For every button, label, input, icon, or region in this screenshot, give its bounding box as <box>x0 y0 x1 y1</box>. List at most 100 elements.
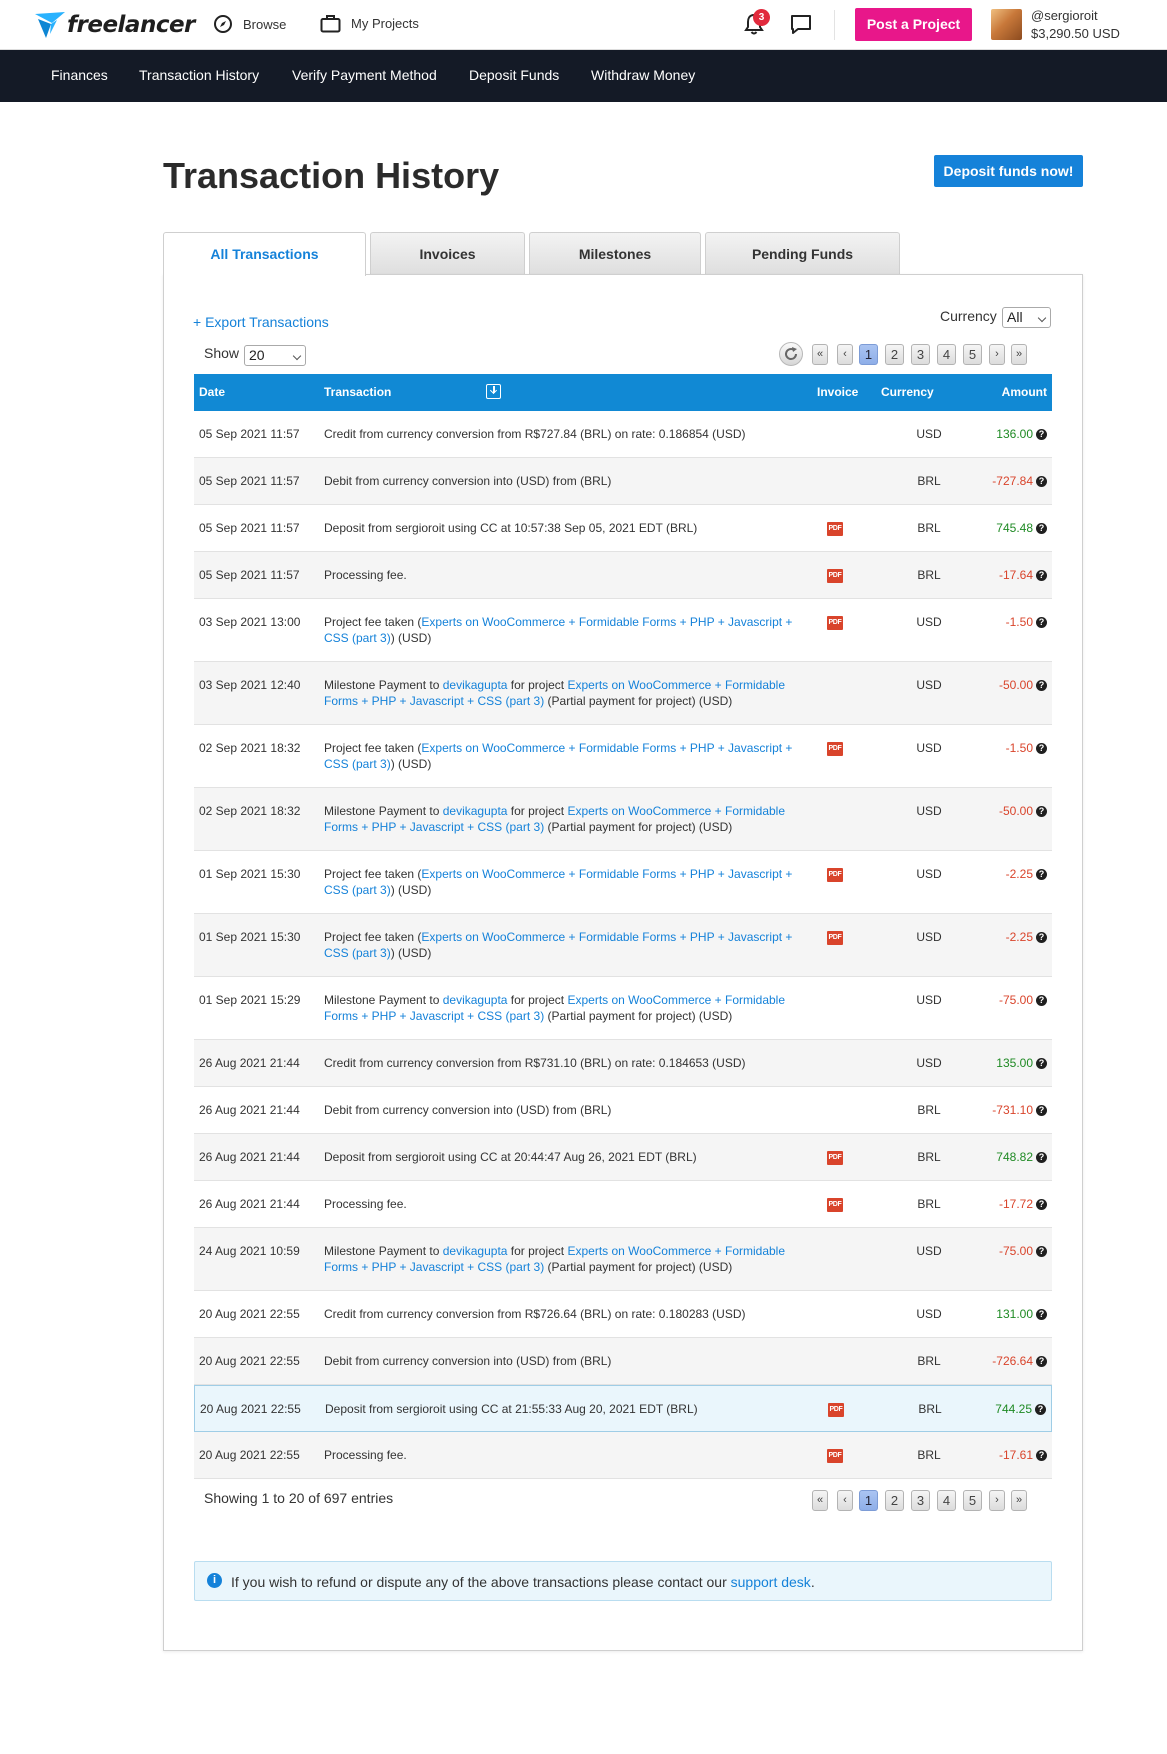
pager-prev-button[interactable]: ‹ <box>837 1490 853 1511</box>
table-row[interactable]: 03 Sep 2021 12:40 Milestone Payment to de… <box>194 662 1052 725</box>
pager-page-3[interactable]: 3 <box>911 1490 930 1511</box>
refresh-button[interactable] <box>779 342 803 366</box>
pager-page-3[interactable]: 3 <box>911 344 930 365</box>
table-row[interactable]: 05 Sep 2021 11:57 Credit from currency co… <box>194 411 1052 458</box>
table-row[interactable]: 20 Aug 2021 22:55 Credit from currency co… <box>194 1291 1052 1338</box>
table-row[interactable]: 26 Aug 2021 21:44 Deposit from sergioroit… <box>194 1134 1052 1181</box>
pager-page-2[interactable]: 2 <box>885 1490 904 1511</box>
help-icon[interactable]: ? <box>1036 1104 1047 1116</box>
pdf-invoice-icon[interactable]: PDF <box>827 522 843 536</box>
user-avatar[interactable] <box>991 9 1022 40</box>
table-row[interactable]: 01 Sep 2021 15:30 Project fee taken (Expe… <box>194 914 1052 977</box>
pdf-invoice-icon[interactable]: PDF <box>827 1151 843 1165</box>
help-icon[interactable]: ? <box>1036 428 1047 440</box>
tab-invoices[interactable]: Invoices <box>370 232 525 275</box>
page-size-select[interactable]: 20 <box>244 345 306 366</box>
deposit-funds-now-button[interactable]: Deposit funds now! <box>934 155 1083 187</box>
help-icon[interactable]: ? <box>1036 1308 1047 1320</box>
my-projects-link[interactable]: My Projects <box>320 14 419 33</box>
help-icon[interactable]: ? <box>1036 522 1047 534</box>
pager-first-button[interactable]: « <box>812 1490 828 1511</box>
pager-page-1[interactable]: 1 <box>859 344 878 365</box>
help-icon[interactable]: ? <box>1036 805 1047 817</box>
table-row[interactable]: 24 Aug 2021 10:59 Milestone Payment to de… <box>194 1228 1052 1291</box>
tab-milestones[interactable]: Milestones <box>529 232 701 275</box>
table-row[interactable]: 05 Sep 2021 11:57 Deposit from sergioroit… <box>194 505 1052 552</box>
help-icon[interactable]: ? <box>1036 1057 1047 1069</box>
pager-page-1[interactable]: 1 <box>859 1490 878 1511</box>
subnav-finances[interactable]: Finances <box>51 67 108 83</box>
pdf-invoice-icon[interactable]: PDF <box>827 742 843 756</box>
pager-page-4[interactable]: 4 <box>937 344 956 365</box>
sort-descending-icon[interactable] <box>486 384 501 399</box>
pager-page-5[interactable]: 5 <box>963 1490 982 1511</box>
table-row[interactable]: 26 Aug 2021 21:44 Processing fee. PDF BRL -1… <box>194 1181 1052 1228</box>
pager-last-button[interactable]: » <box>1011 1490 1027 1511</box>
subnav-deposit-funds[interactable]: Deposit Funds <box>469 67 559 83</box>
table-row[interactable]: 26 Aug 2021 21:44 Debit from currency con… <box>194 1087 1052 1134</box>
pdf-invoice-icon[interactable]: PDF <box>827 1198 843 1212</box>
support-desk-link[interactable]: support desk <box>731 1574 811 1590</box>
pdf-invoice-icon[interactable]: PDF <box>827 868 843 882</box>
table-row[interactable]: 20 Aug 2021 22:55 Processing fee. PDF BRL -1… <box>194 1432 1052 1479</box>
table-row[interactable]: 02 Sep 2021 18:32 Milestone Payment to de… <box>194 788 1052 851</box>
help-icon[interactable]: ? <box>1036 742 1047 754</box>
subnav-withdraw-money[interactable]: Withdraw Money <box>591 67 695 83</box>
pdf-invoice-icon[interactable]: PDF <box>827 616 843 630</box>
help-icon[interactable]: ? <box>1036 475 1047 487</box>
help-icon[interactable]: ? <box>1036 1151 1047 1163</box>
help-icon[interactable]: ? <box>1036 569 1047 581</box>
pager-page-2[interactable]: 2 <box>885 344 904 365</box>
pager-next-button[interactable]: › <box>989 1490 1005 1511</box>
pdf-invoice-icon[interactable]: PDF <box>827 1449 843 1463</box>
pager-page-4[interactable]: 4 <box>937 1490 956 1511</box>
transaction-link[interactable]: devikagupta <box>443 993 508 1007</box>
pdf-invoice-icon[interactable]: PDF <box>828 1403 844 1417</box>
transaction-link[interactable]: devikagupta <box>443 678 508 692</box>
username[interactable]: @sergioroit <box>1031 8 1098 23</box>
tab-pending-funds[interactable]: Pending Funds <box>705 232 900 275</box>
pager-next-button[interactable]: › <box>989 344 1005 365</box>
help-icon[interactable]: ? <box>1035 1403 1046 1415</box>
table-row[interactable]: 03 Sep 2021 13:00 Project fee taken (Expe… <box>194 599 1052 662</box>
post-project-button[interactable]: Post a Project <box>855 8 972 41</box>
table-row[interactable]: 05 Sep 2021 11:57 Processing fee. PDF BRL -1… <box>194 552 1052 599</box>
help-icon[interactable]: ? <box>1036 1198 1047 1210</box>
transaction-link[interactable]: devikagupta <box>443 1244 508 1258</box>
help-icon[interactable]: ? <box>1036 931 1047 943</box>
pager-prev-button[interactable]: ‹ <box>837 344 853 365</box>
pdf-invoice-icon[interactable]: PDF <box>827 569 843 583</box>
help-icon[interactable]: ? <box>1036 1355 1047 1367</box>
table-row[interactable]: 20 Aug 2021 22:55 Debit from currency con… <box>194 1338 1052 1385</box>
help-icon[interactable]: ? <box>1036 1449 1047 1461</box>
column-amount[interactable]: Amount <box>1002 385 1047 399</box>
transaction-link[interactable]: devikagupta <box>443 804 508 818</box>
subnav-verify-payment-method[interactable]: Verify Payment Method <box>292 67 437 83</box>
column-date[interactable]: Date <box>199 385 225 399</box>
help-icon[interactable]: ? <box>1036 616 1047 628</box>
pager-last-button[interactable]: » <box>1011 344 1027 365</box>
column-transaction[interactable]: Transaction <box>324 385 391 399</box>
column-invoice[interactable]: Invoice <box>817 385 858 399</box>
currency-select[interactable]: All <box>1002 307 1051 328</box>
pager-first-button[interactable]: « <box>812 344 828 365</box>
pdf-invoice-icon[interactable]: PDF <box>827 931 843 945</box>
table-row[interactable]: 20 Aug 2021 22:55 Deposit from sergioroit… <box>194 1385 1052 1432</box>
help-icon[interactable]: ? <box>1036 1245 1047 1257</box>
help-icon[interactable]: ? <box>1036 868 1047 880</box>
browse-link[interactable]: Browse <box>213 14 286 34</box>
help-icon[interactable]: ? <box>1036 994 1047 1006</box>
table-row[interactable]: 01 Sep 2021 15:29 Milestone Payment to de… <box>194 977 1052 1040</box>
column-currency[interactable]: Currency <box>881 385 951 399</box>
table-row[interactable]: 05 Sep 2021 11:57 Debit from currency con… <box>194 458 1052 505</box>
table-row[interactable]: 02 Sep 2021 18:32 Project fee taken (Expe… <box>194 725 1052 788</box>
messages-icon[interactable] <box>790 14 812 40</box>
pager-page-5[interactable]: 5 <box>963 344 982 365</box>
subnav-transaction-history[interactable]: Transaction History <box>139 67 259 83</box>
tab-all-transactions[interactable]: All Transactions <box>163 232 366 276</box>
export-transactions-link[interactable]: + Export Transactions <box>193 314 329 330</box>
table-row[interactable]: 26 Aug 2021 21:44 Credit from currency co… <box>194 1040 1052 1087</box>
help-icon[interactable]: ? <box>1036 679 1047 691</box>
table-row[interactable]: 01 Sep 2021 15:30 Project fee taken (Expe… <box>194 851 1052 914</box>
freelancer-logo[interactable]: freelancer <box>35 8 195 42</box>
